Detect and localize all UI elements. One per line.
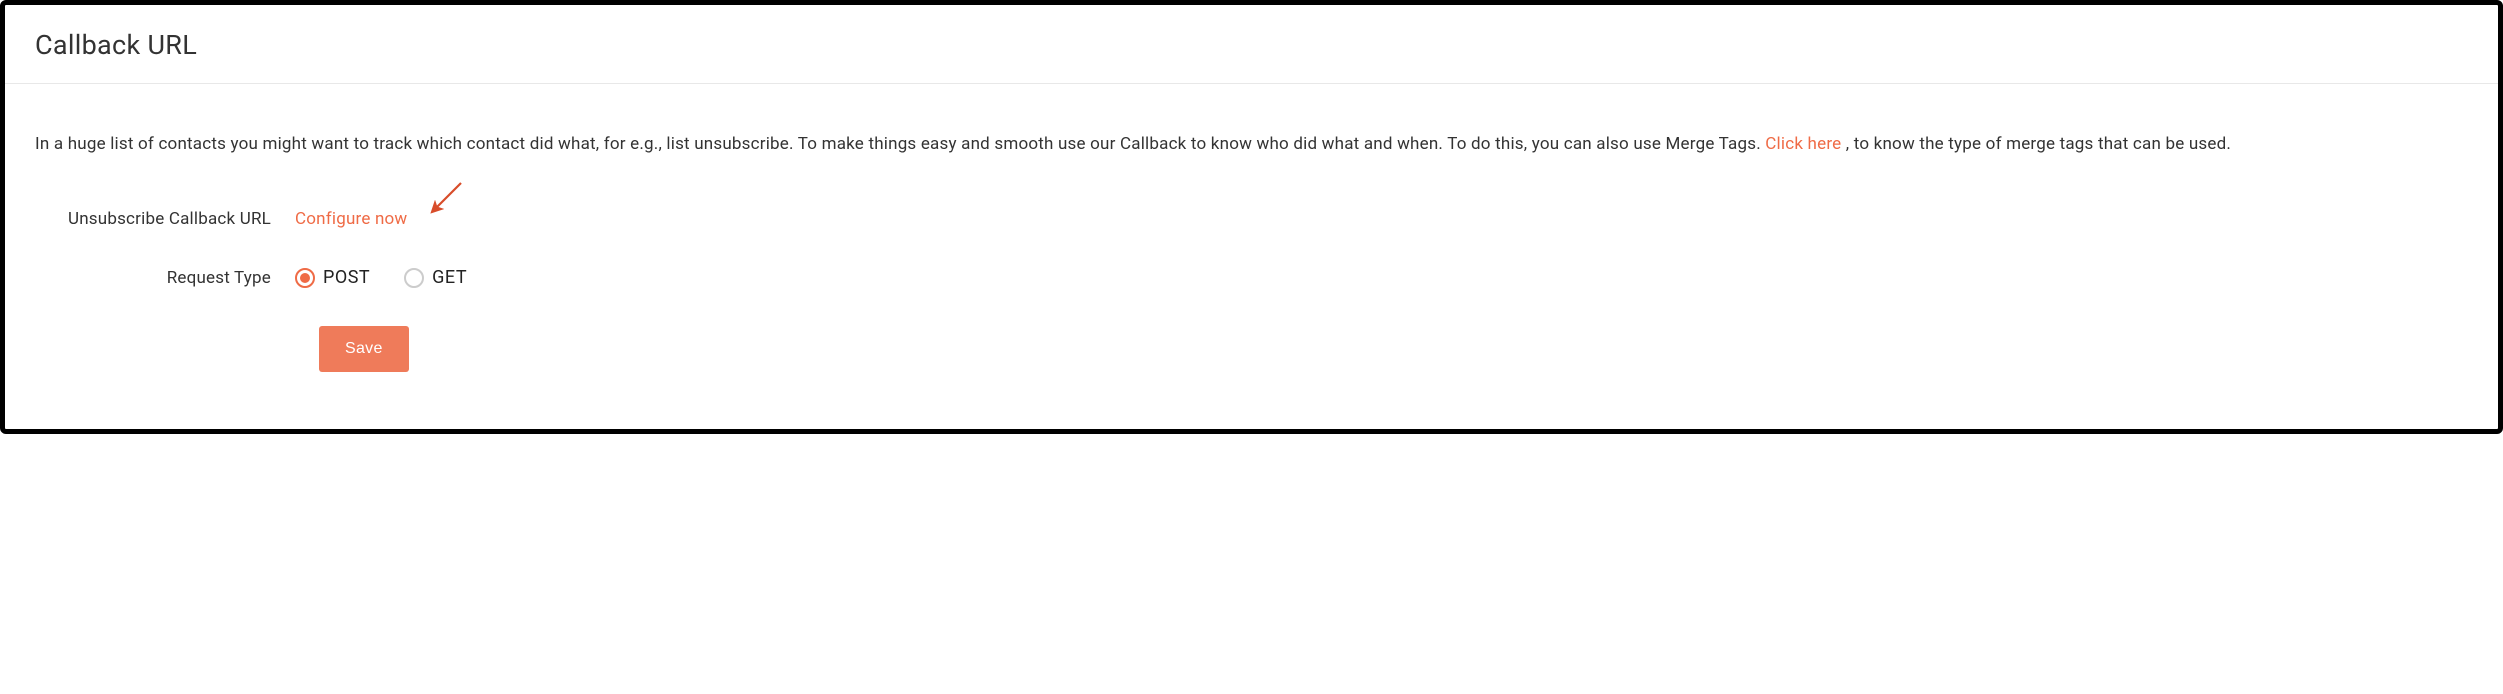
radio-label-get: GET (432, 267, 467, 288)
page-title: Callback URL (35, 29, 2468, 61)
configure-now-link[interactable]: Configure now (295, 209, 407, 229)
request-type-label: Request Type (35, 268, 295, 288)
description-part1: In a huge list of contacts you might wan… (35, 134, 1765, 154)
request-type-radio-group: POST GET (295, 267, 467, 288)
unsubscribe-callback-label: Unsubscribe Callback URL (35, 209, 295, 229)
arrow-annotation-icon (427, 179, 467, 219)
radio-option-get[interactable]: GET (404, 267, 467, 288)
description-text: In a huge list of contacts you might wan… (35, 128, 2468, 161)
click-here-link[interactable]: Click here (1765, 134, 1841, 154)
radio-label-post: POST (323, 267, 370, 288)
radio-circle-icon (295, 268, 315, 288)
save-button[interactable]: Save (319, 326, 409, 372)
description-part2: , to know the type of merge tags that ca… (1841, 134, 2231, 154)
radio-option-post[interactable]: POST (295, 267, 370, 288)
radio-dot-icon (300, 273, 310, 283)
radio-circle-icon (404, 268, 424, 288)
